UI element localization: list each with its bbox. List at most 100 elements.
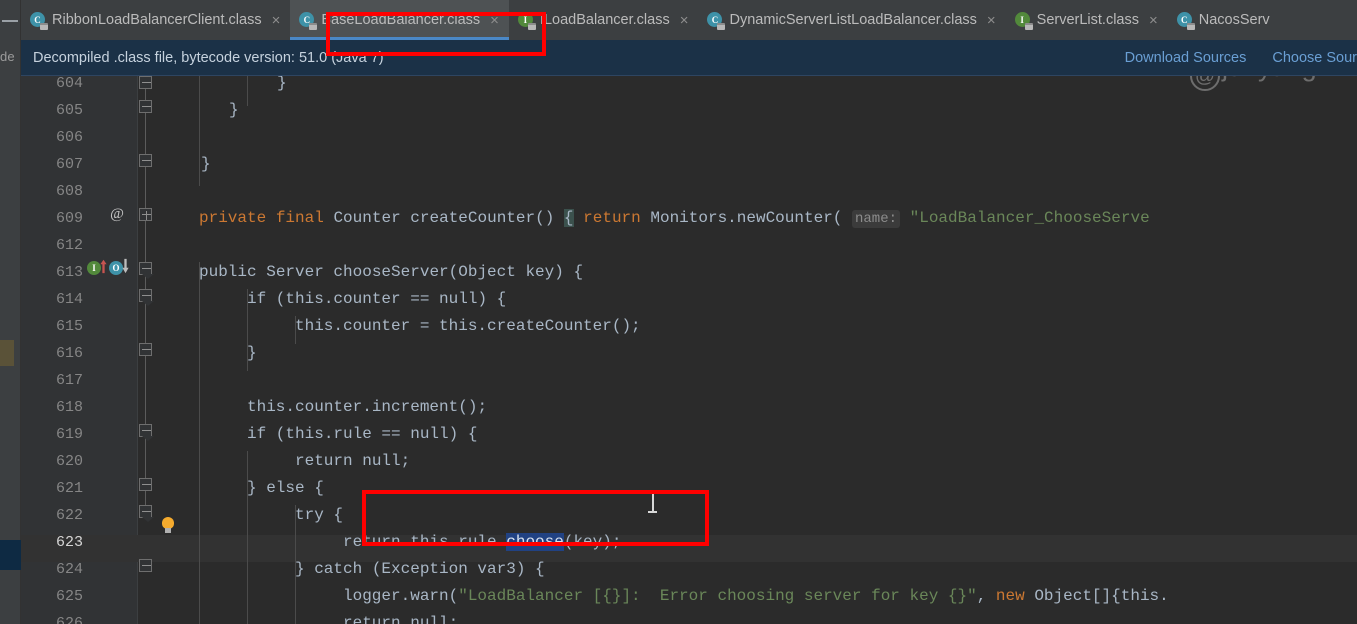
code-line-614: if (this.counter == null) {	[247, 286, 506, 313]
kw-private: private	[199, 209, 266, 227]
watermark-text: junyang	[1222, 76, 1317, 82]
watermark-at-icon: @	[1190, 76, 1220, 91]
kw-new: new	[996, 587, 1025, 605]
kw-return: return	[583, 209, 641, 227]
watermark: @junyang	[1190, 76, 1317, 91]
tab-serverlist[interactable]: I ServerList.class ×	[1006, 0, 1168, 40]
line-number: 626	[21, 610, 83, 624]
code-text-626: return null;	[343, 614, 458, 624]
line-number: 615	[21, 313, 83, 340]
gutter-marker-brown	[0, 340, 14, 366]
line-number: 612	[21, 232, 83, 259]
code-line-620: return null;	[295, 448, 410, 475]
tab-label: DynamicServerListLoadBalancer.class	[729, 12, 976, 28]
fold-marker-621[interactable]	[139, 478, 152, 491]
code-text-625-post: Object[]{this.	[1025, 587, 1169, 605]
code-text-623-pre: return this.rule.	[343, 533, 506, 551]
class-icon: C	[30, 12, 46, 28]
method-createcounter: createCounter()	[410, 209, 554, 227]
collapse-icon[interactable]	[2, 20, 18, 22]
implemented-arrow-up-icon	[99, 258, 108, 274]
annotation-icon[interactable]: @	[109, 206, 125, 222]
code-text-614: if (this.counter == null) {	[247, 290, 506, 308]
text-cursor-icon	[648, 491, 657, 513]
code-line-604: }	[277, 76, 287, 97]
tab-baseloadbalancer[interactable]: C BaseLoadBalancer.class ×	[290, 0, 509, 40]
code-line-616: }	[247, 340, 257, 367]
line-number: 609	[21, 205, 83, 232]
line-number: 618	[21, 394, 83, 421]
code-text-613: public Server chooseServer(Object key) {	[199, 263, 583, 281]
indent-guide	[247, 76, 248, 106]
indent-guide	[199, 262, 200, 624]
string-loadbalancer-chooseserver: "LoadBalancer_ChooseServe	[910, 209, 1150, 227]
fold-marker-614[interactable]	[139, 289, 152, 302]
code-editor[interactable]: 604 605 606 607 608 609 612 613 614 615 …	[21, 76, 1357, 624]
code-line-619: if (this.rule == null) {	[247, 421, 477, 448]
line-number: 604	[21, 76, 83, 97]
code-text-625-pre: logger.warn(	[343, 587, 458, 605]
code-line-622: try {	[295, 502, 343, 529]
lock-badge-icon	[40, 23, 48, 30]
tab-ribbonloadbalancerclient[interactable]: C RibbonLoadBalancerClient.class ×	[21, 0, 290, 40]
tab-iloadbalancer[interactable]: I ILoadBalancer.class ×	[509, 0, 699, 40]
line-number: 621	[21, 475, 83, 502]
idea-editor-window: de C RibbonLoadBalancerClient.class × C …	[0, 0, 1357, 624]
tab-close-icon[interactable]: ×	[987, 13, 996, 28]
code-text-618: this.counter.increment();	[247, 398, 487, 416]
fold-guide-line	[145, 281, 146, 506]
tab-label: BaseLoadBalancer.class	[321, 12, 480, 28]
fold-marker-604[interactable]	[139, 76, 152, 89]
lock-badge-icon	[309, 23, 317, 30]
code-text-616: }	[247, 344, 257, 362]
code-line-625: logger.warn("LoadBalancer [{}]: Error ch…	[343, 583, 1169, 610]
line-number: 619	[21, 421, 83, 448]
choose-sources-link[interactable]: Choose Sour	[1272, 50, 1357, 66]
fold-marker-609[interactable]	[139, 208, 152, 221]
download-sources-link[interactable]: Download Sources	[1125, 50, 1247, 66]
tab-close-icon[interactable]: ×	[272, 13, 281, 28]
class-icon: C	[1177, 12, 1193, 28]
line-number: 608	[21, 178, 83, 205]
lock-badge-icon	[1187, 23, 1195, 30]
fold-marker-613[interactable]	[139, 262, 152, 275]
code-text-620: return null;	[295, 452, 410, 470]
fold-marker-607[interactable]	[139, 154, 152, 167]
code-line-605: }	[229, 97, 239, 124]
expr-monitors-newcounter: Monitors.newCounter(	[650, 209, 842, 227]
line-number: 625	[21, 583, 83, 610]
code-line-609: private final Counter createCounter() { …	[199, 205, 1150, 233]
tab-label: ILoadBalancer.class	[540, 12, 670, 28]
tab-dynamicserverlistloadbalancer[interactable]: C DynamicServerListLoadBalancer.class ×	[698, 0, 1005, 40]
fold-marker-619[interactable]	[139, 424, 152, 437]
tab-close-icon[interactable]: ×	[1149, 13, 1158, 28]
lock-badge-icon	[1025, 23, 1033, 30]
tab-label: NacosServ	[1199, 12, 1270, 28]
code-text-621: } else {	[247, 479, 324, 497]
code-text-615: this.counter = this.createCounter();	[295, 317, 641, 335]
current-line-highlight	[21, 535, 1357, 562]
indent-guide	[199, 76, 200, 186]
param-hint-name: name:	[852, 210, 900, 228]
lightbulb-icon[interactable]	[161, 517, 175, 535]
selected-token-choose[interactable]: choose	[506, 533, 564, 551]
code-line-618: this.counter.increment();	[247, 394, 487, 421]
interface-icon: I	[518, 12, 534, 28]
line-number: 620	[21, 448, 83, 475]
fold-marker-616[interactable]	[139, 343, 152, 356]
tab-close-icon[interactable]: ×	[490, 13, 499, 28]
fold-marker-624[interactable]	[139, 559, 152, 572]
tab-nacosserver[interactable]: C NacosServ	[1168, 0, 1280, 40]
banner-actions: Download Sources Choose Sour	[1125, 50, 1357, 66]
tab-label: RibbonLoadBalancerClient.class	[52, 12, 262, 28]
interface-icon: I	[1015, 12, 1031, 28]
fold-marker-605[interactable]	[139, 100, 152, 113]
class-icon: C	[299, 12, 315, 28]
fold-marker-622[interactable]	[139, 505, 152, 518]
tab-close-icon[interactable]: ×	[680, 13, 689, 28]
banner-message: Decompiled .class file, bytecode version…	[33, 50, 384, 66]
code-text-622: try {	[295, 506, 343, 524]
line-number: 605	[21, 97, 83, 124]
decompiled-notification-bar: Decompiled .class file, bytecode version…	[21, 40, 1357, 76]
code-line-607: }	[201, 151, 211, 178]
